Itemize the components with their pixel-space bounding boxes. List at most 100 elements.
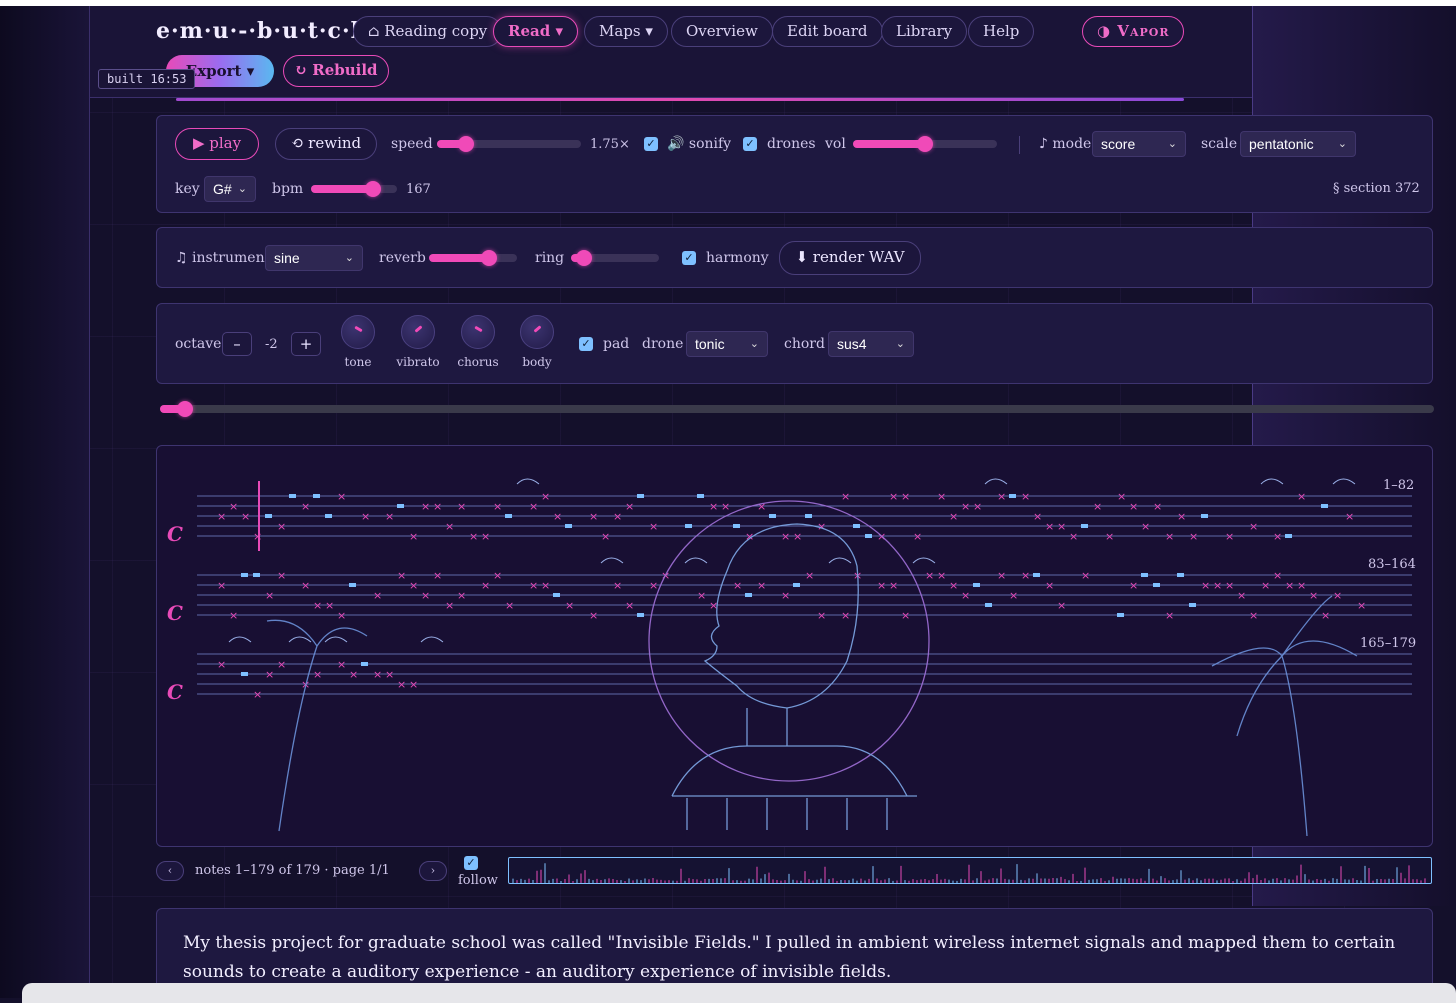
body-label: body — [522, 355, 552, 369]
line-art-illustration — [266, 500, 1358, 837]
ring-slider[interactable] — [571, 250, 659, 266]
range-label-1: 1–82 — [1383, 478, 1415, 493]
note-bar — [241, 672, 248, 676]
key-select[interactable]: G# ⌄ — [204, 176, 256, 202]
divider — [1019, 136, 1020, 154]
body-knob[interactable] — [520, 315, 554, 349]
note-cross: × — [337, 490, 346, 503]
pad-checkbox[interactable]: ✓ — [579, 337, 593, 351]
scale-value: pentatonic — [1249, 136, 1314, 152]
note-cross: × — [1009, 589, 1018, 602]
note-cross: × — [625, 599, 634, 612]
volume-slider[interactable] — [853, 136, 997, 152]
scale-select[interactable]: pentatonic ⌄ — [1240, 131, 1356, 157]
octave-decrement-button[interactable]: – — [222, 332, 252, 356]
note-cross: × — [301, 579, 310, 592]
note-bar — [1153, 583, 1160, 587]
score-canvas[interactable]: ×××××××× ××× ×××× ×× ××× ×××××× ×××× ××××× ×××××… — [157, 446, 1433, 847]
note-cross: × — [457, 589, 466, 602]
waveform-canvas — [512, 863, 1426, 883]
note-bar — [1141, 573, 1148, 577]
nav-library[interactable]: Library — [881, 16, 968, 47]
note-cross: × — [733, 579, 742, 592]
brand-logo[interactable]: e·m·u·-·b·u·t·c·h — [156, 18, 368, 44]
note-cross: × — [253, 688, 262, 701]
note-cross: × — [1117, 490, 1126, 503]
harmony-checkbox[interactable]: ✓ — [682, 251, 696, 265]
note-cross: × — [1045, 520, 1054, 533]
slur — [516, 478, 540, 485]
note-bar — [745, 593, 752, 597]
sonify-checkbox[interactable]: ✓ — [644, 137, 658, 151]
header-accent-line — [176, 98, 1184, 101]
slur — [288, 636, 312, 643]
note-cross: × — [481, 530, 490, 543]
note-bar — [397, 504, 404, 508]
playback-position-slider[interactable] — [160, 401, 1434, 417]
clef-3: C — [167, 680, 183, 704]
chorus-knob[interactable] — [461, 315, 495, 349]
note-cross: × — [373, 668, 382, 681]
note-cross: × — [1237, 589, 1246, 602]
note-cross: × — [421, 589, 430, 602]
mode-select[interactable]: score ⌄ — [1092, 131, 1186, 157]
note-cross: × — [937, 569, 946, 582]
chevron-down-icon: ⌄ — [895, 338, 905, 350]
note-bar — [697, 494, 704, 498]
chevron-down-icon: ⌄ — [237, 183, 247, 195]
reverb-slider[interactable] — [429, 250, 517, 266]
note-cross: × — [397, 678, 406, 691]
note-cross: × — [1297, 490, 1306, 503]
window-bottom-strip — [22, 983, 1456, 1003]
nav-read[interactable]: Read ▾ — [493, 16, 578, 47]
instrument-select[interactable]: sine ⌄ — [265, 245, 363, 271]
note-cross: × — [949, 579, 958, 592]
nav-edit-board[interactable]: Edit board — [772, 16, 883, 47]
note-bar — [553, 593, 560, 597]
nav-maps[interactable]: Maps ▾ — [584, 16, 668, 47]
chord-label: chord — [784, 336, 825, 352]
build-timestamp: built 16:53 — [98, 69, 196, 89]
note-bar — [769, 514, 776, 518]
vibrato-knob[interactable] — [401, 315, 435, 349]
rewind-button[interactable]: ⟲ rewind — [275, 128, 377, 160]
note-bar — [565, 524, 572, 528]
note-cross: × — [925, 569, 934, 582]
portrait-head — [703, 523, 859, 709]
rebuild-button[interactable]: ↻ Rebuild — [283, 55, 389, 87]
note-bar — [853, 524, 860, 528]
nav-overview[interactable]: Overview — [671, 16, 773, 47]
theme-toggle-button[interactable]: ◑ Vapor — [1082, 16, 1184, 47]
note-cross: × — [565, 599, 574, 612]
drones-checkbox[interactable]: ✓ — [743, 137, 757, 151]
note-cross: × — [937, 490, 946, 503]
note-cross: × — [337, 658, 346, 671]
chevron-down-icon: ⌄ — [1337, 138, 1347, 150]
note-cross: × — [529, 500, 538, 513]
note-cross: × — [841, 609, 850, 622]
bpm-slider[interactable] — [311, 181, 397, 197]
octave-value: -2 — [265, 337, 278, 352]
nav-help[interactable]: Help — [968, 16, 1035, 47]
octave-increment-button[interactable]: + — [291, 332, 321, 356]
note-bar — [241, 573, 248, 577]
note-cross: × — [613, 579, 622, 592]
note-cross: × — [1165, 609, 1174, 622]
note-bar — [1321, 504, 1328, 508]
nav-reading-copy[interactable]: ⌂ Reading copy — [353, 16, 503, 47]
score-view[interactable]: × × × × × × × × × × × × × × × × × × × × × × × × × × × × × × × × × × × × × × × ×… — [156, 445, 1433, 847]
next-page-button[interactable]: › — [419, 861, 447, 881]
reverb-label: reverb — [379, 250, 426, 266]
play-button[interactable]: ▶ play — [175, 128, 259, 160]
render-wav-button[interactable]: ⬇ render WAV — [779, 241, 921, 275]
tone-knob[interactable] — [341, 315, 375, 349]
chord-select[interactable]: sus4 ⌄ — [828, 331, 914, 357]
speed-slider[interactable] — [437, 136, 581, 152]
drone-select[interactable]: tonic ⌄ — [686, 331, 768, 357]
waveform-minimap[interactable] — [508, 857, 1432, 884]
prev-page-button[interactable]: ‹ — [156, 861, 184, 881]
note-cross: × — [1045, 579, 1054, 592]
note-cross: × — [721, 500, 730, 513]
note-cross: × — [373, 589, 382, 602]
follow-checkbox[interactable]: ✓ — [464, 856, 478, 870]
